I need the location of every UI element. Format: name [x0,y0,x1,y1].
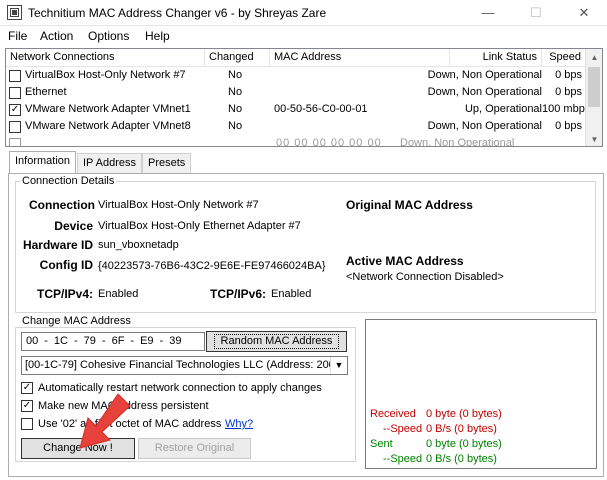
persistent-checkbox[interactable]: ✓ [21,400,33,412]
column-header-connections[interactable]: Network Connections [6,49,205,67]
menu-options[interactable]: Options [88,29,129,43]
connections-list[interactable]: Network Connections Changed MAC Address … [5,48,603,147]
config-id-label: Config ID [39,258,93,272]
row-link-status: Down, Non Operational [427,120,542,132]
auto-restart-checkbox[interactable]: ✓ [21,382,33,394]
tab-ip-address[interactable]: IP Address [77,153,142,173]
table-row[interactable]: ✓ VMware Network Adapter VMnet1 No 00-50-56… [6,101,591,118]
list-scrollbar[interactable]: ▲ ▼ [585,49,602,146]
tcpv6-label: TCP/IPv6: [209,287,266,301]
mac-octet[interactable]: 39 [169,335,181,347]
change-mac-legend: Change MAC Address [20,315,133,327]
row-speed: 100 mbps [542,103,591,115]
original-mac-label: Original MAC Address [346,198,473,212]
random-mac-label: Random MAC Address [213,334,340,349]
tcpv4-label: TCP/IPv4: [36,287,93,301]
octet-separator: - [101,335,106,347]
row-changed: No [228,86,243,98]
tcpv6-value: Enabled [271,288,312,300]
rx-speed-label: --Speed [383,423,423,435]
row-mac: 00-50-56-C0-00-01 [274,103,368,115]
menu-help[interactable]: Help [145,29,170,43]
menu-bar: File Action Options Help [0,26,607,46]
scroll-up-icon[interactable]: ▲ [586,49,602,66]
row-speed: 0 bps [555,120,582,132]
scroll-thumb[interactable] [588,67,600,107]
mac-address-input[interactable]: 00-1C -79-6F - E9-39 [21,332,205,351]
statistics-panel: Received 0 byte (0 bytes) --Speed 0 B/s … [365,319,597,469]
connection-details-legend: Connection Details [20,175,117,187]
vendor-select[interactable]: [00-1C-79] Cohesive Financial Technologi… [21,356,348,375]
restore-original-button[interactable]: Restore Original [138,438,251,459]
column-header-speed[interactable]: Speed [542,49,587,67]
mac-octet[interactable]: 00 [26,335,38,347]
octet-separator: - [73,335,78,347]
tcpv4-value: Enabled [98,288,139,300]
hardware-id-value: sun_vboxnetadp [98,239,179,251]
row-link-status: Down, Non Operational [427,86,542,98]
row-checkbox[interactable] [9,87,21,99]
hardware-id-label: Hardware ID [22,238,93,252]
received-value: 0 byte (0 bytes) [426,408,502,420]
app-icon [7,5,22,20]
why-link[interactable]: Why? [225,418,253,430]
row-connection-name: VMware Network Adapter VMnet8 [25,120,191,132]
tab-information[interactable]: Information [9,151,77,174]
title-bar[interactable]: Technitium MAC Address Changer v6 - by S… [0,0,607,26]
chevron-down-icon[interactable]: ▼ [330,357,347,374]
row-checkbox[interactable]: ✓ [9,104,21,116]
octet-separator: - [44,335,48,347]
row-speed: 0 bps [555,69,582,81]
row-link-status: Down, Non Operational [427,69,542,81]
sent-value: 0 byte (0 bytes) [426,438,502,450]
table-row[interactable]: VMware Network Adapter VMnet8 No Down, Non… [6,118,586,135]
table-row[interactable]: Ethernet No Down, Non Operational 0 bps [6,84,586,101]
row-speed: 0 bps [555,86,582,98]
use-02-checkbox[interactable] [21,418,33,430]
tx-speed-label: --Speed [383,453,423,465]
mac-octet[interactable]: 6F [112,335,125,347]
red-arrow-icon [79,393,131,449]
row-connection-name: VirtualBox Host-Only Network #7 [25,69,186,81]
sent-label: Sent [370,438,393,450]
row-connection-name: Ethernet [25,86,67,98]
column-header-mac[interactable]: MAC Address [270,49,450,67]
row-checkbox[interactable] [9,70,21,82]
row-changed: No [228,120,243,132]
row-connection-name: VMware Network Adapter VMnet1 [25,103,191,115]
row-changed: No [228,69,243,81]
tab-presets[interactable]: Presets [142,153,192,173]
menu-action[interactable]: Action [40,29,73,43]
row-checkbox[interactable] [9,121,21,133]
connection-value: VirtualBox Host-Only Network #7 [98,199,259,211]
column-header-changed[interactable]: Changed [205,49,270,67]
tx-speed-value: 0 B/s (0 bytes) [426,453,497,465]
mac-octet[interactable]: E9 [140,335,153,347]
table-row[interactable]: VirtualBox Host-Only Network #7 No Down, N… [6,67,586,84]
mac-octet[interactable]: 79 [84,335,96,347]
column-header-link-status[interactable]: Link Status [450,49,542,67]
active-mac-label: Active MAC Address [346,254,464,268]
received-label: Received [370,408,416,420]
octet-separator: - [159,335,164,347]
config-id-value: {40223573-76B6-43C2-9E6E-FE97466024BA} [98,260,326,272]
device-label: Device [54,219,93,233]
maximize-button[interactable]: ☐ [513,0,559,26]
octet-separator: - [130,335,135,347]
mac-octet[interactable]: 1C [54,335,68,347]
window-title: Technitium MAC Address Changer v6 - by S… [28,6,327,20]
close-button[interactable]: ✕ [561,0,607,26]
list-row-partial: 00 00 00 00 00 00 Down, Non Operational [6,135,586,146]
scroll-down-icon[interactable]: ▼ [586,131,602,146]
row-changed: No [228,103,243,115]
menu-file[interactable]: File [8,29,27,43]
minimize-button[interactable]: — [465,0,511,26]
vendor-select-value: [00-1C-79] Cohesive Financial Technologi… [25,359,330,371]
connection-label: Connection [29,198,95,212]
row-link-status: Up, Operational [464,103,542,115]
rx-speed-value: 0 B/s (0 bytes) [426,423,497,435]
active-mac-value: <Network Connection Disabled> [346,271,504,283]
device-value: VirtualBox Host-Only Ethernet Adapter #7 [98,220,301,232]
random-mac-button[interactable]: Random MAC Address [206,331,347,352]
